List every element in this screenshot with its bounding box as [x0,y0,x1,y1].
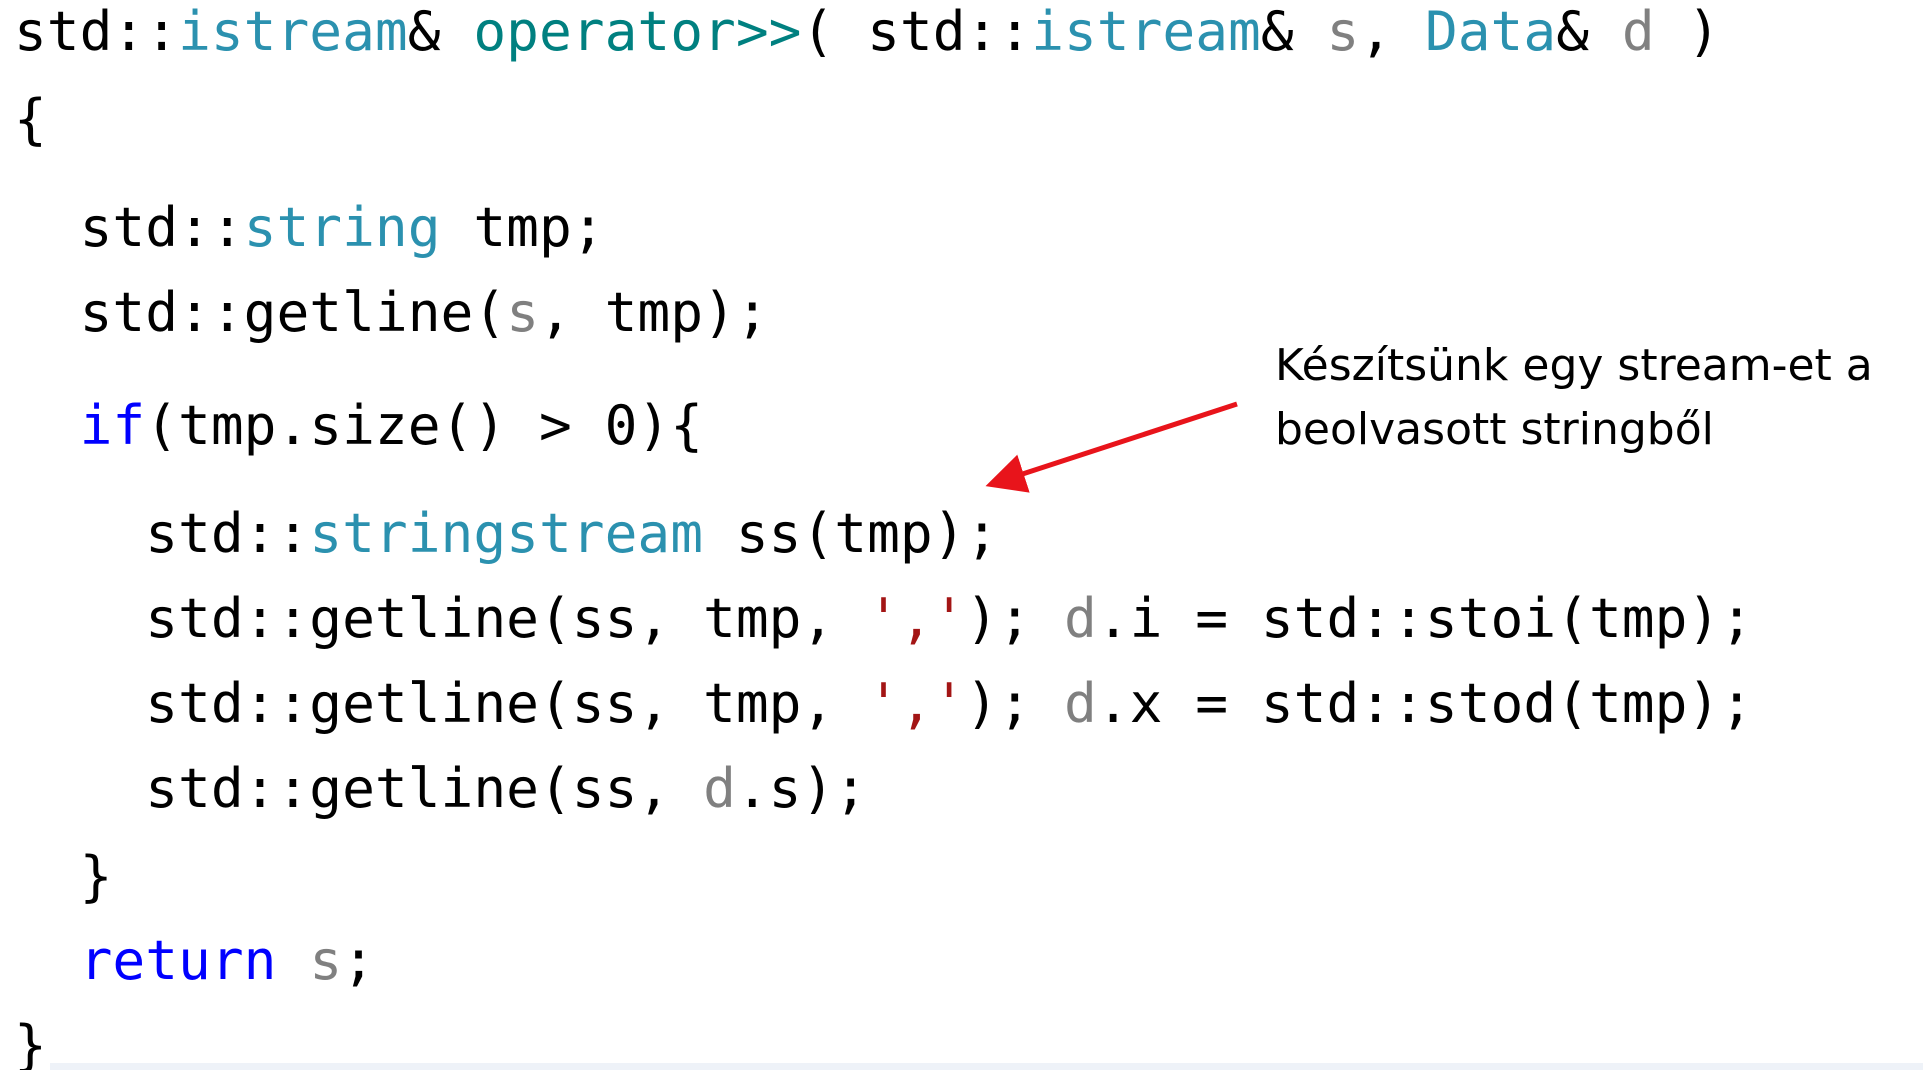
slide: std::istream& operator>>( std::istream& … [0,0,1923,1070]
annotation-line-1: Készítsünk egy stream-et a [1275,340,1873,391]
annotation-callout: Készítsünk egy stream-et a beolvasott st… [1275,334,1915,462]
bottom-strip [50,1063,1923,1070]
pointer-arrow [985,401,1238,493]
annotation-line-2: beolvasott stringből [1275,404,1714,455]
arrow-graphic [985,401,1238,493]
